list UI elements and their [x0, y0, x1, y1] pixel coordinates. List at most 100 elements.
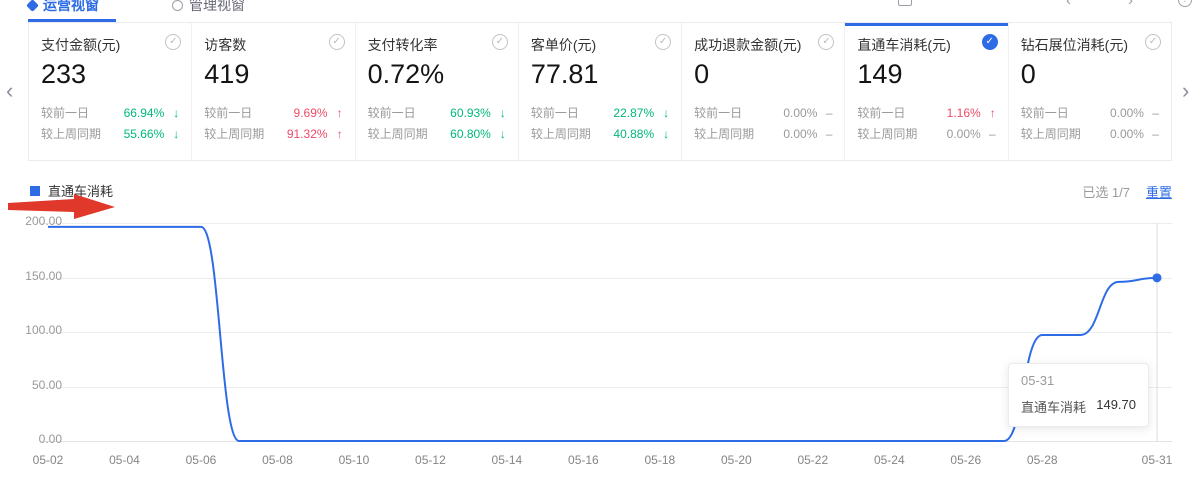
- trend-flat-icon: –: [1144, 106, 1159, 120]
- comparison-label: 较上周同期: [41, 125, 124, 142]
- x-axis-label: 05-14: [479, 453, 535, 467]
- comparison-label: 较上周同期: [531, 125, 614, 142]
- comparison-row: 较上周同期 91.32% ↑: [204, 123, 342, 144]
- chevron-right-icon[interactable]: ›: [1128, 0, 1133, 8]
- reset-link[interactable]: 重置: [1146, 182, 1172, 201]
- comparison-label: 较前一日: [531, 104, 614, 121]
- top-tab-bar: 运营视窗 管理视窗 ‹ › ?: [0, 0, 1200, 22]
- help-icon[interactable]: ?: [1178, 0, 1192, 7]
- comparison-label: 较上周同期: [694, 125, 783, 142]
- metric-title: 支付转化率: [368, 35, 506, 55]
- comparison-row: 较上周同期 55.66% ↓: [41, 123, 179, 144]
- metric-value: 0: [694, 59, 832, 90]
- metric-value: 419: [204, 59, 342, 90]
- metric-card[interactable]: 访客数 ✓ 419 较前一日 9.69% ↑ 较上周同期 91.32% ↑: [192, 23, 355, 160]
- comparison-row: 较上周同期 60.80% ↓: [368, 123, 506, 144]
- metric-value: 0: [1021, 59, 1159, 90]
- x-axis-label: 05-18: [632, 453, 688, 467]
- y-axis-label: 200.00: [0, 214, 62, 228]
- metric-card[interactable]: 直通车消耗(元) ✓ 149 较前一日 1.16% ↑ 较上周同期 0.00% …: [845, 23, 1008, 160]
- metric-card[interactable]: 成功退款金额(元) ✓ 0 较前一日 0.00% – 较上周同期 0.00% –: [682, 23, 845, 160]
- trend-up-icon: ↑: [328, 106, 343, 120]
- comparison-label: 较前一日: [694, 104, 783, 121]
- trend-flat-icon: –: [817, 106, 832, 120]
- comparison-row: 较上周同期 40.88% ↓: [531, 123, 669, 144]
- x-axis-label: 05-26: [938, 453, 994, 467]
- x-axis-label: 05-22: [785, 453, 841, 467]
- comparison-label: 较前一日: [41, 104, 124, 121]
- trend-down-icon: ↓: [164, 106, 179, 120]
- comparison-row: 较前一日 66.94% ↓: [41, 102, 179, 123]
- metric-title: 支付金额(元): [41, 35, 179, 55]
- check-circle-icon[interactable]: ✓: [329, 34, 345, 50]
- trend-down-icon: ↓: [491, 127, 506, 141]
- comparison-label: 较上周同期: [1021, 125, 1110, 142]
- metric-card[interactable]: 支付转化率 ✓ 0.72% 较前一日 60.93% ↓ 较上周同期 60.80%…: [356, 23, 519, 160]
- metric-title: 客单价(元): [531, 35, 669, 55]
- metric-title: 直通车消耗(元): [857, 35, 995, 55]
- gridline: [40, 387, 1172, 388]
- metric-title: 钻石展位消耗(元): [1021, 35, 1159, 55]
- comparison-row: 较前一日 22.87% ↓: [531, 102, 669, 123]
- x-axis-label: 05-16: [555, 453, 611, 467]
- metric-card[interactable]: 客单价(元) ✓ 77.81 较前一日 22.87% ↓ 较上周同期 40.88…: [519, 23, 682, 160]
- x-axis-label: 05-20: [708, 453, 764, 467]
- comparison-row: 较上周同期 0.00% –: [857, 123, 995, 144]
- gridline: [40, 441, 1172, 442]
- x-axis-label: 05-06: [173, 453, 229, 467]
- selected-count-label: 已选 1/7: [1082, 182, 1130, 201]
- cards-prev-button[interactable]: ‹: [6, 80, 13, 102]
- comparison-value: 0.00%: [783, 106, 817, 120]
- trend-up-icon: ↑: [981, 106, 996, 120]
- metric-value: 0.72%: [368, 59, 506, 90]
- metric-value: 233: [41, 59, 179, 90]
- trend-down-icon: ↓: [654, 106, 669, 120]
- metric-cards: 支付金额(元) ✓ 233 较前一日 66.94% ↓ 较上周同期 55.66%…: [28, 22, 1172, 161]
- metric-title: 成功退款金额(元): [694, 35, 832, 55]
- dashboard-page: 运营视窗 管理视窗 ‹ › ? ‹ › 支付金额(元) ✓ 233 较前一日 6…: [0, 0, 1200, 489]
- comparison-label: 较前一日: [1021, 104, 1110, 121]
- x-axis-label: 05-04: [96, 453, 152, 467]
- metric-card[interactable]: 钻石展位消耗(元) ✓ 0 较前一日 0.00% – 较上周同期 0.00% –: [1009, 23, 1171, 160]
- trend-flat-icon: –: [981, 127, 996, 141]
- y-axis-label: 100.00: [0, 323, 62, 337]
- check-circle-icon[interactable]: ✓: [1145, 34, 1161, 50]
- metric-value: 77.81: [531, 59, 669, 90]
- x-axis-label: 05-28: [1014, 453, 1070, 467]
- metric-card[interactable]: 支付金额(元) ✓ 233 较前一日 66.94% ↓ 较上周同期 55.66%…: [29, 23, 192, 160]
- check-circle-icon[interactable]: ✓: [982, 34, 998, 50]
- x-axis-label: 05-24: [861, 453, 917, 467]
- x-axis-label: 05-02: [20, 453, 76, 467]
- check-circle-icon[interactable]: ✓: [655, 34, 671, 50]
- x-axis-label: 05-10: [326, 453, 382, 467]
- calendar-icon[interactable]: [898, 0, 912, 6]
- comparison-label: 较前一日: [857, 104, 946, 121]
- comparison-row: 较前一日 1.16% ↑: [857, 102, 995, 123]
- comparison-value: 66.94%: [124, 106, 165, 120]
- y-axis-label: 0.00: [0, 432, 62, 446]
- comparison-row: 较前一日 0.00% –: [694, 102, 832, 123]
- comparison-label: 较上周同期: [857, 125, 946, 142]
- comparison-row: 较上周同期 0.00% –: [1021, 123, 1159, 144]
- series-line: [48, 227, 1157, 441]
- metric-value: 149: [857, 59, 995, 90]
- comparison-value: 1.16%: [947, 106, 981, 120]
- gridline: [40, 223, 1172, 224]
- comparison-row: 较前一日 9.69% ↑: [204, 102, 342, 123]
- trend-flat-icon: –: [817, 127, 832, 141]
- chevron-left-icon[interactable]: ‹: [1066, 0, 1071, 8]
- comparison-row: 较前一日 0.00% –: [1021, 102, 1159, 123]
- comparison-value: 0.00%: [783, 127, 817, 141]
- comparison-value: 60.80%: [450, 127, 491, 141]
- x-axis-label: 05-31: [1129, 453, 1185, 467]
- comparison-value: 22.87%: [613, 106, 654, 120]
- comparison-label: 较前一日: [368, 104, 451, 121]
- check-circle-icon[interactable]: ✓: [492, 34, 508, 50]
- trend-flat-icon: –: [1144, 127, 1159, 141]
- tooltip-date: 05-31: [1021, 373, 1136, 388]
- gridline: [40, 278, 1172, 279]
- comparison-value: 0.00%: [1110, 106, 1144, 120]
- tooltip-value: 149.70: [1096, 397, 1136, 416]
- cards-next-button[interactable]: ›: [1182, 80, 1189, 102]
- comparison-value: 55.66%: [124, 127, 165, 141]
